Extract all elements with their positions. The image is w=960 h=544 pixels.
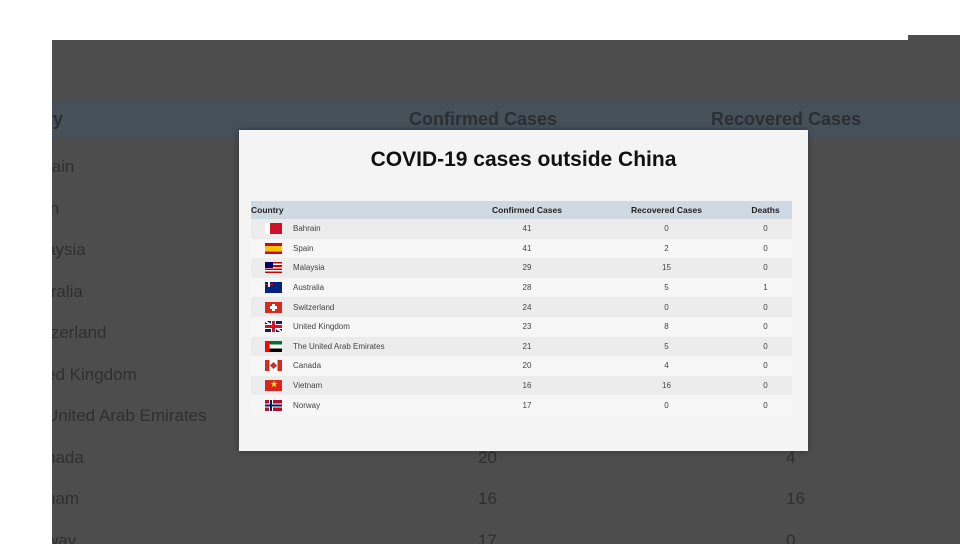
country-name: Vietnam: [293, 381, 323, 391]
cell-deaths: 0: [763, 224, 768, 234]
cell-country: Norway: [251, 395, 460, 415]
column-header-deaths: Deaths: [751, 205, 780, 215]
cell-confirmed: 28: [522, 283, 532, 293]
country-name: Canada: [293, 361, 322, 371]
background-row-country: tzerland: [52, 323, 107, 342]
table-body: Bahrain 41 0 0 Spain 41 2 0 Malaysia 29 15 0 Austral…: [251, 219, 792, 415]
table-row: Malaysia 29 15 0: [251, 258, 792, 278]
cell-country: Spain: [251, 239, 460, 259]
cell-country: Switzerland: [251, 297, 460, 317]
cell-deaths: 0: [763, 322, 768, 332]
background-header-recovered: Recovered Cases: [711, 109, 862, 129]
country-flag-icon: [265, 340, 282, 352]
table-row: Australia 28 5 1: [251, 277, 792, 298]
table-row: Bahrain 41 0 0: [251, 219, 792, 239]
country-flag-icon: [265, 380, 282, 392]
country-name: Malaysia: [293, 263, 325, 273]
column-header-recovered: Recovered Cases: [631, 205, 702, 215]
country-name: Spain: [293, 243, 314, 253]
background-row-confirmed: 17: [478, 530, 497, 544]
cell-confirmed: 16: [522, 381, 532, 391]
cell-deaths: 0: [763, 302, 768, 312]
table-row: Norway 17 0 0: [251, 395, 792, 415]
cell-confirmed: 23: [522, 322, 532, 332]
background-row-country: ed Kingdom: [52, 364, 137, 384]
table-row: Switzerland 24 0 0: [251, 297, 792, 317]
cell-recovered: 4: [664, 361, 669, 371]
table-row: Spain 41 2 0: [251, 238, 792, 259]
cell-country: United Kingdom: [251, 317, 460, 337]
cell-confirmed: 24: [522, 302, 532, 312]
background-header-confirmed: Confirmed Cases: [409, 109, 558, 129]
background-row-country: aysia: [52, 240, 86, 259]
cell-confirmed: 17: [522, 400, 532, 410]
cell-confirmed: 20: [522, 361, 532, 371]
cases-table: Country Confirmed Cases Recovered Cases …: [251, 201, 792, 415]
cell-recovered: 0: [664, 400, 669, 410]
table-row: Vietnam 16 16 0: [251, 375, 792, 396]
background-header-country: ry: [52, 109, 64, 129]
cell-recovered: 0: [664, 224, 669, 234]
cell-deaths: 0: [763, 400, 768, 410]
covid-cases-dialog: COVID-19 cases outside China Country Con…: [239, 130, 808, 451]
country-name: Switzerland: [293, 302, 335, 312]
cell-recovered: 15: [662, 263, 671, 273]
country-flag-icon: [265, 262, 282, 274]
cell-recovered: 5: [664, 283, 669, 293]
country-flag-icon: [265, 242, 282, 254]
country-name: Bahrain: [293, 224, 321, 234]
cell-country: Bahrain: [251, 219, 460, 239]
cell-confirmed: 41: [522, 243, 532, 253]
cell-country: Vietnam: [251, 376, 460, 396]
background-row-country: rain: [52, 157, 75, 176]
cell-confirmed: 21: [522, 341, 532, 351]
column-header-country: Country: [251, 205, 284, 215]
country-flag-icon: [265, 399, 282, 411]
cell-deaths: 0: [763, 361, 768, 371]
country-name: Norway: [293, 400, 321, 410]
country-name: The United Arab Emirates: [293, 341, 385, 351]
table-row: Canada 20 4 0: [251, 356, 792, 376]
country-name: United Kingdom: [293, 322, 350, 332]
cell-country: Malaysia: [251, 258, 460, 278]
background-row-recovered: 16: [786, 489, 805, 508]
background-row-country: way: [52, 530, 77, 544]
cell-deaths: 1: [763, 283, 768, 293]
cell-confirmed: 41: [522, 224, 532, 234]
dialog-title: COVID-19 cases outside China: [370, 148, 677, 171]
table-row: United Kingdom 23 8 0: [251, 316, 792, 337]
background-row-country: tralia: [52, 281, 83, 301]
cell-recovered: 5: [664, 341, 669, 351]
cell-deaths: 0: [763, 263, 768, 273]
background-row-recovered: 0: [786, 530, 796, 544]
country-name: Australia: [293, 283, 325, 293]
cell-recovered: 8: [664, 322, 669, 332]
cell-recovered: 16: [662, 381, 671, 391]
cell-confirmed: 29: [522, 263, 532, 273]
cell-country: The United Arab Emirates: [251, 337, 460, 357]
table-header-row: Country Confirmed Cases Recovered Cases …: [251, 201, 792, 219]
background-row-country: nam: [52, 489, 80, 508]
country-flag-icon: [265, 301, 282, 313]
cell-country: Australia: [251, 278, 460, 298]
column-header-confirmed: Confirmed Cases: [492, 205, 562, 215]
country-flag-icon: [265, 282, 282, 294]
cell-recovered: 0: [664, 302, 669, 312]
cell-deaths: 0: [763, 341, 768, 351]
background-row-country: in: [52, 198, 60, 218]
background-row-country: nada: [52, 447, 84, 467]
cell-deaths: 0: [763, 381, 768, 391]
country-flag-icon: [265, 360, 282, 372]
cell-country: Canada: [251, 356, 460, 376]
cell-deaths: 0: [763, 243, 768, 253]
table-row: The United Arab Emirates 21 5 0: [251, 336, 792, 357]
background-row-country: United Arab Emirates: [52, 406, 207, 425]
background-row-confirmed: 16: [478, 489, 497, 508]
cell-recovered: 2: [664, 243, 669, 253]
country-flag-icon: [265, 223, 282, 235]
country-flag-icon: [265, 321, 282, 333]
